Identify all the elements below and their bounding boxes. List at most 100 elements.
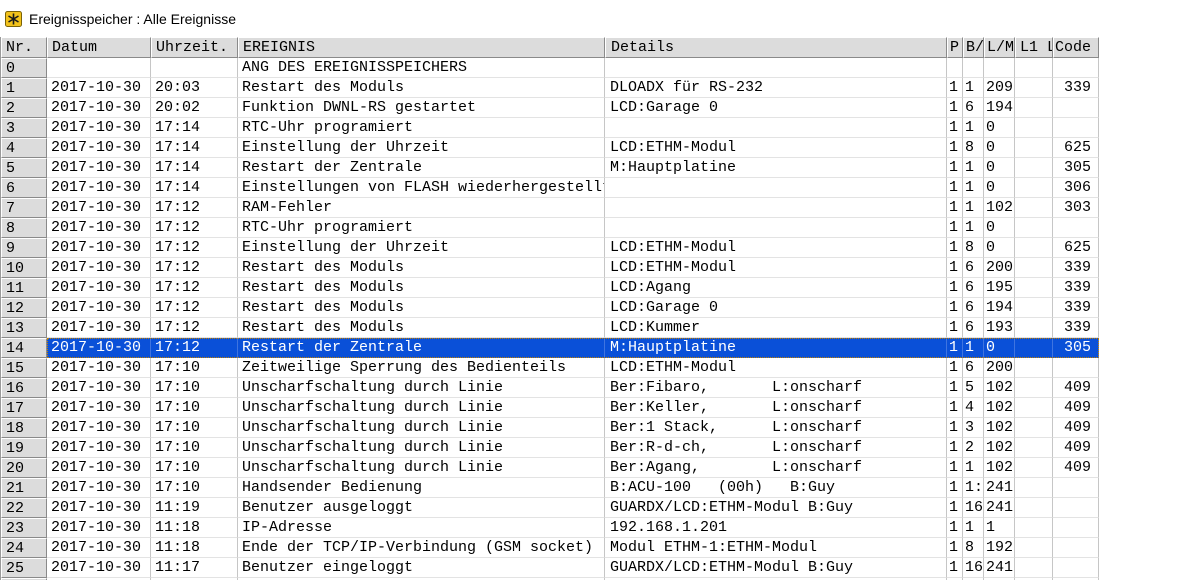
cell-uhrzeit[interactable]: 17:12 <box>151 318 238 338</box>
table-row[interactable]: 212017-10-3017:10Handsender BedienungB:A… <box>1 478 1099 498</box>
cell-l1l[interactable] <box>1015 478 1053 498</box>
cell-details[interactable]: GUARDX/LCD:ETHM-Modul B:Guy <box>605 558 947 578</box>
cell-datum[interactable]: 2017-10-30 <box>47 338 151 358</box>
cell-p[interactable]: 1 <box>947 438 963 458</box>
cell-ereignis[interactable]: IP-Adresse <box>238 518 605 538</box>
cell-lm[interactable]: 241 <box>984 478 1015 498</box>
cell-b[interactable]: 16 <box>963 498 984 518</box>
cell-lm[interactable]: 194 <box>984 98 1015 118</box>
cell-b[interactable]: 1 <box>963 178 984 198</box>
cell-lm[interactable]: 0 <box>984 158 1015 178</box>
cell-details[interactable]: LCD:Kummer <box>605 318 947 338</box>
cell-b[interactable]: 1 <box>963 518 984 538</box>
cell-p[interactable]: 1 <box>947 238 963 258</box>
cell-lm[interactable]: 0 <box>984 118 1015 138</box>
cell-ereignis[interactable]: Funktion DWNL-RS gestartet <box>238 98 605 118</box>
cell-ereignis[interactable]: Einstellungen von FLASH wiederhergestell… <box>238 178 605 198</box>
cell-ereignis[interactable]: Restart der Zentrale <box>238 158 605 178</box>
cell-datum[interactable]: 2017-10-30 <box>47 358 151 378</box>
cell-p[interactable]: 1 <box>947 358 963 378</box>
cell-b[interactable]: 1 <box>963 458 984 478</box>
cell-details[interactable] <box>605 178 947 198</box>
cell-code[interactable]: 409 <box>1053 458 1099 478</box>
cell-details[interactable]: GUARDX/LCD:ETHM-Modul B:Guy <box>605 498 947 518</box>
cell-datum[interactable]: 2017-10-30 <box>47 238 151 258</box>
cell-l1l[interactable] <box>1015 218 1053 238</box>
cell-datum[interactable]: 2017-10-30 <box>47 398 151 418</box>
cell-p[interactable]: 1 <box>947 458 963 478</box>
cell-b[interactable]: 1 <box>963 198 984 218</box>
cell-datum[interactable]: 2017-10-30 <box>47 558 151 578</box>
cell-datum[interactable] <box>47 58 151 78</box>
cell-code[interactable] <box>1053 498 1099 518</box>
cell-uhrzeit[interactable]: 11:17 <box>151 558 238 578</box>
cell-details[interactable]: 192.168.1.201 <box>605 518 947 538</box>
cell-lm[interactable]: 0 <box>984 178 1015 198</box>
cell-lm[interactable]: 1 <box>984 518 1015 538</box>
table-row[interactable]: 112017-10-3017:12Restart des ModulsLCD:A… <box>1 278 1099 298</box>
cell-p[interactable]: 1 <box>947 378 963 398</box>
cell-ereignis[interactable]: Unscharfschaltung durch Linie <box>238 398 605 418</box>
cell-p[interactable]: 1 <box>947 298 963 318</box>
cell-l1l[interactable] <box>1015 278 1053 298</box>
cell-details[interactable] <box>605 58 947 78</box>
cell-code[interactable]: 339 <box>1053 318 1099 338</box>
cell-b[interactable]: 1 <box>963 338 984 358</box>
cell-code[interactable]: 339 <box>1053 258 1099 278</box>
cell-uhrzeit[interactable]: 20:02 <box>151 98 238 118</box>
cell-ereignis[interactable]: Benutzer eingeloggt <box>238 558 605 578</box>
cell-ereignis[interactable]: Unscharfschaltung durch Linie <box>238 458 605 478</box>
cell-datum[interactable]: 2017-10-30 <box>47 458 151 478</box>
cell-details[interactable] <box>605 198 947 218</box>
cell-details[interactable]: Ber:Keller, L:onscharf <box>605 398 947 418</box>
cell-code[interactable]: 625 <box>1053 238 1099 258</box>
cell-lm[interactable]: 102 <box>984 438 1015 458</box>
table-row[interactable]: 162017-10-3017:10Unscharfschaltung durch… <box>1 378 1099 398</box>
cell-uhrzeit[interactable]: 17:14 <box>151 118 238 138</box>
cell-details[interactable]: M:Hauptplatine <box>605 338 947 358</box>
cell-p[interactable] <box>947 58 963 78</box>
table-row[interactable]: 252017-10-3011:17Benutzer eingeloggtGUAR… <box>1 558 1099 578</box>
cell-datum[interactable]: 2017-10-30 <box>47 498 151 518</box>
cell-p[interactable]: 1 <box>947 478 963 498</box>
cell-b[interactable]: 6 <box>963 258 984 278</box>
cell-l1l[interactable] <box>1015 98 1053 118</box>
cell-p[interactable]: 1 <box>947 498 963 518</box>
cell-lm[interactable]: 209 <box>984 78 1015 98</box>
cell-datum[interactable]: 2017-10-30 <box>47 178 151 198</box>
cell-b[interactable]: 1: <box>963 478 984 498</box>
cell-ereignis[interactable]: RTC-Uhr programiert <box>238 118 605 138</box>
cell-ereignis[interactable]: Restart der Zentrale <box>238 338 605 358</box>
cell-uhrzeit[interactable]: 17:14 <box>151 138 238 158</box>
cell-uhrzeit[interactable]: 17:12 <box>151 218 238 238</box>
cell-p[interactable]: 1 <box>947 258 963 278</box>
table-row[interactable]: 62017-10-3017:14Einstellungen von FLASH … <box>1 178 1099 198</box>
cell-code[interactable] <box>1053 358 1099 378</box>
cell-datum[interactable]: 2017-10-30 <box>47 218 151 238</box>
cell-b[interactable]: 1 <box>963 118 984 138</box>
cell-b[interactable]: 8 <box>963 138 984 158</box>
cell-ereignis[interactable]: Unscharfschaltung durch Linie <box>238 438 605 458</box>
cell-p[interactable]: 1 <box>947 538 963 558</box>
cell-details[interactable]: LCD:Garage 0 <box>605 98 947 118</box>
cell-datum[interactable]: 2017-10-30 <box>47 538 151 558</box>
cell-ereignis[interactable]: ANG DES EREIGNISSPEICHERS <box>238 58 605 78</box>
cell-code[interactable] <box>1053 98 1099 118</box>
cell-uhrzeit[interactable]: 17:12 <box>151 338 238 358</box>
cell-datum[interactable]: 2017-10-30 <box>47 418 151 438</box>
cell-p[interactable]: 1 <box>947 398 963 418</box>
cell-ereignis[interactable]: Restart des Moduls <box>238 78 605 98</box>
cell-ereignis[interactable]: Unscharfschaltung durch Linie <box>238 418 605 438</box>
cell-p[interactable]: 1 <box>947 338 963 358</box>
cell-b[interactable]: 4 <box>963 398 984 418</box>
cell-p[interactable]: 1 <box>947 98 963 118</box>
cell-p[interactable]: 1 <box>947 278 963 298</box>
cell-l1l[interactable] <box>1015 198 1053 218</box>
cell-details[interactable]: LCD:ETHM-Modul <box>605 238 947 258</box>
cell-l1l[interactable] <box>1015 118 1053 138</box>
cell-l1l[interactable] <box>1015 58 1053 78</box>
cell-code[interactable] <box>1053 538 1099 558</box>
table-row[interactable]: 192017-10-3017:10Unscharfschaltung durch… <box>1 438 1099 458</box>
cell-uhrzeit[interactable]: 20:03 <box>151 78 238 98</box>
cell-ereignis[interactable]: Zeitweilige Sperrung des Bedienteils <box>238 358 605 378</box>
